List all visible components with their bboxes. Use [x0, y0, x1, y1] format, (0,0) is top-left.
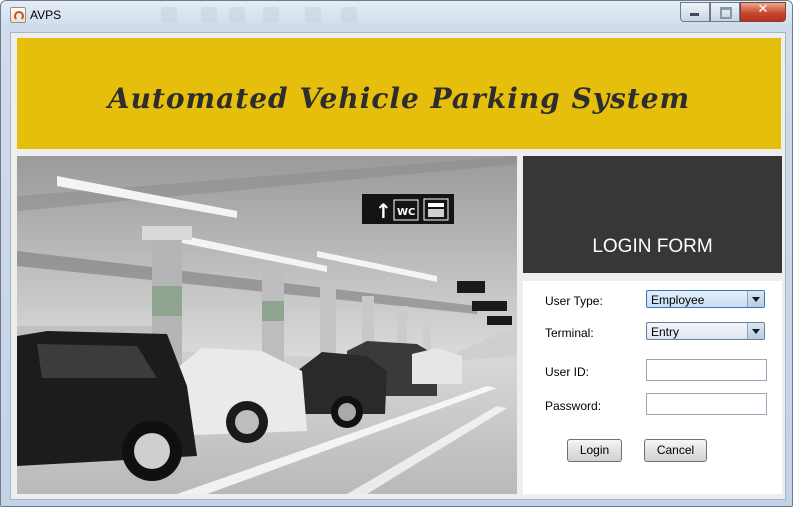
up-arrow-sign-icon: ↑ — [375, 199, 392, 223]
window-title: AVPS — [30, 8, 62, 22]
terminal-label: Terminal: — [545, 326, 594, 340]
user-type-value: Employee — [651, 293, 705, 307]
maximize-button[interactable] — [710, 2, 740, 22]
user-id-input[interactable] — [646, 359, 767, 381]
java-app-icon — [10, 7, 26, 23]
close-icon: ✕ — [757, 2, 769, 17]
login-form-panel: User Type: Employee Terminal: Entry User… — [523, 281, 782, 494]
minimize-icon — [690, 13, 699, 16]
user-type-select[interactable]: Employee — [646, 290, 765, 308]
taskbar-ghost-icon — [229, 7, 245, 23]
title-bar[interactable]: AVPS ✕ — [1, 1, 792, 29]
terminal-value: Entry — [651, 325, 680, 339]
wc-sign-icon: WC — [397, 207, 415, 218]
login-form-header: LOGIN FORM — [523, 156, 782, 273]
login-form-title: LOGIN FORM — [592, 236, 713, 257]
maximize-icon — [720, 7, 732, 19]
title-banner: Automated Vehicle Parking System — [17, 38, 781, 149]
banner-title: Automated Vehicle Parking System — [107, 82, 691, 115]
taskbar-ghost-icon — [161, 7, 177, 23]
user-type-label: User Type: — [545, 294, 603, 308]
app-window: AVPS ✕ Automated Vehicle Parking System — [0, 0, 793, 507]
password-label: Password: — [545, 399, 602, 413]
taskbar-ghost-icon — [201, 7, 217, 23]
password-input[interactable] — [646, 393, 767, 415]
parking-garage-image: ↑ WC — [17, 156, 517, 494]
chevron-down-icon[interactable] — [747, 291, 764, 307]
window-controls: ✕ — [680, 2, 786, 22]
user-id-label: User ID: — [545, 365, 590, 379]
taskbar-ghost-icon — [341, 7, 357, 23]
taskbar-ghost-icon — [305, 7, 321, 23]
minimize-button[interactable] — [680, 2, 710, 22]
elevator-sign-icon — [423, 198, 449, 221]
main-content: Automated Vehicle Parking System ↑ WC LO… — [10, 32, 786, 500]
terminal-select[interactable]: Entry — [646, 322, 765, 340]
parking-garage-photo: ↑ WC — [17, 156, 517, 494]
close-button[interactable]: ✕ — [740, 2, 786, 22]
cancel-button[interactable]: Cancel — [644, 439, 707, 462]
login-button[interactable]: Login — [567, 439, 622, 462]
chevron-down-icon[interactable] — [747, 323, 764, 339]
taskbar-ghost-icon — [263, 7, 279, 23]
